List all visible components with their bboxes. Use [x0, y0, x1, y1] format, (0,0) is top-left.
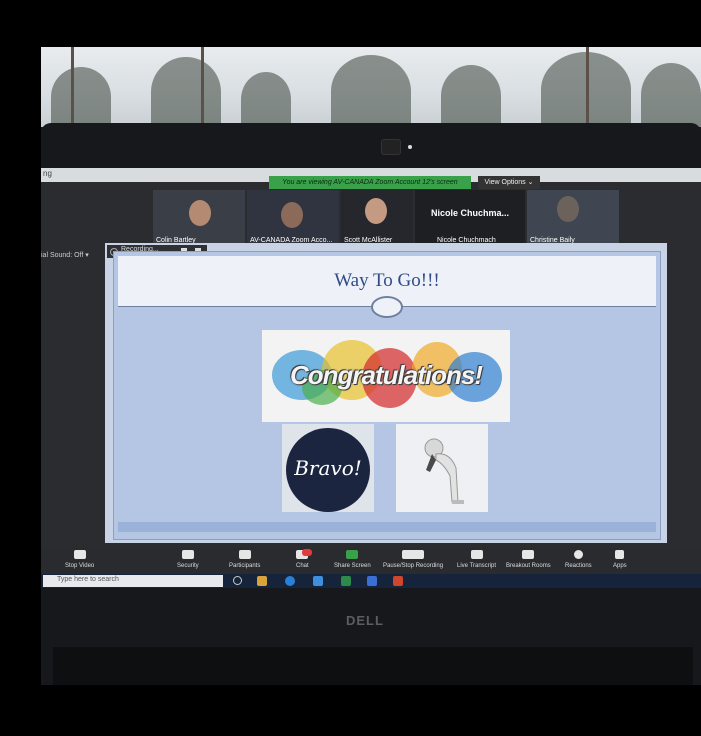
shield-icon — [181, 550, 194, 559]
participant-tile[interactable]: Colin Bartley — [153, 190, 245, 246]
webcam-icon — [381, 139, 401, 155]
bravo-circle: Bravo! — [286, 428, 370, 512]
participant-tile[interactable]: Nicole Chuchma... Nicole Chuchmach — [415, 190, 525, 246]
presentation-slide: Way To Go!!! Congratulations! Bravo! — [113, 251, 661, 540]
participant-video — [281, 202, 303, 228]
slide-footer-band — [118, 522, 656, 532]
browser-icon[interactable] — [313, 576, 323, 586]
windows-taskbar: Type here to search — [41, 574, 701, 588]
toolbar-label: Share Screen — [334, 563, 371, 569]
video-icon — [73, 550, 86, 559]
congratulations-text: Congratulations! — [290, 360, 483, 390]
cc-icon — [470, 550, 483, 559]
share-icon — [346, 550, 359, 559]
share-screen-button[interactable]: Share Screen — [334, 550, 371, 569]
excel-icon[interactable] — [341, 576, 351, 586]
powerpoint-icon[interactable] — [393, 576, 403, 586]
file-explorer-icon[interactable] — [257, 576, 267, 586]
participant-video — [557, 196, 579, 222]
toolbar-label: Stop Video — [65, 563, 95, 569]
search-placeholder: Type here to search — [57, 576, 119, 583]
laptop-screen: ng You are viewing AV-CANADA Zoom Accoun… — [41, 168, 701, 588]
slide-ring-decoration — [371, 296, 403, 318]
webcam-light — [408, 145, 412, 149]
participant-tile[interactable]: Scott McAllister — [341, 190, 413, 246]
toolbar-label: Reactions — [565, 563, 592, 569]
taskbar-search[interactable]: Type here to search — [43, 575, 223, 587]
live-transcript-button[interactable]: Live Transcript — [457, 550, 496, 569]
toolbar-label: Breakout Rooms — [506, 563, 551, 569]
toolbar-label: Chat — [296, 563, 309, 569]
view-options-button[interactable]: View Options ⌄ — [478, 176, 540, 189]
chat-button[interactable]: Chat — [296, 549, 313, 569]
security-button[interactable]: Security — [177, 550, 199, 569]
stop-video-button[interactable]: Stop Video — [65, 550, 94, 569]
bravo-text: Bravo! — [294, 456, 362, 480]
pause-icon — [402, 550, 425, 559]
chat-badge — [302, 549, 313, 556]
photo: ng You are viewing AV-CANADA Zoom Accoun… — [41, 47, 701, 685]
toolbar-label: Participants — [229, 563, 261, 569]
laptop-bezel: ng You are viewing AV-CANADA Zoom Accoun… — [41, 123, 701, 685]
cortana-icon[interactable] — [233, 576, 242, 585]
grid-icon — [522, 550, 535, 559]
apps-icon — [615, 550, 625, 559]
participants-button[interactable]: Participants — [229, 550, 260, 569]
participant-video — [189, 200, 211, 226]
zoom-toolbar: Stop Video Security Participants Chat Sh… — [41, 548, 701, 574]
participant-video — [365, 198, 387, 224]
top-bar-text: ng — [43, 169, 52, 178]
congratulations-image: Congratulations! — [262, 330, 510, 422]
pause-stop-recording-button[interactable]: Pause/Stop Recording — [383, 550, 443, 569]
edge-icon[interactable] — [285, 576, 295, 586]
window-background — [41, 47, 701, 127]
bowing-figure-icon — [424, 438, 464, 504]
slide-title: Way To Go!!! — [334, 270, 440, 291]
smile-icon — [573, 550, 583, 559]
breakout-rooms-button[interactable]: Breakout Rooms — [506, 550, 551, 569]
toolbar-label: Pause/Stop Recording — [383, 563, 444, 569]
toolbar-label: Apps — [613, 563, 627, 569]
reactions-button[interactable]: Reactions — [565, 550, 592, 569]
bowing-figure-image — [396, 424, 488, 512]
laptop-hinge — [53, 647, 693, 685]
zoom-app-icon[interactable] — [367, 576, 377, 586]
toolbar-label: Live Transcript — [457, 563, 497, 569]
chat-icon — [296, 549, 313, 559]
sound-status-label: ial Sound: Off ▾ — [41, 252, 89, 259]
participant-tile[interactable]: Christine Baily — [527, 190, 619, 246]
bravo-badge: Bravo! — [282, 424, 374, 512]
toolbar-label: Security — [177, 563, 199, 569]
laptop-logo: DELL — [346, 613, 384, 628]
viewing-banner: You are viewing AV-CANADA Zoom Account 1… — [269, 176, 471, 189]
people-icon — [238, 550, 251, 559]
participant-display-name: Nicole Chuchma... — [430, 208, 510, 218]
apps-button[interactable]: Apps — [613, 550, 627, 569]
participant-tile[interactable]: AV-CANADA Zoom Acco... — [247, 190, 339, 246]
